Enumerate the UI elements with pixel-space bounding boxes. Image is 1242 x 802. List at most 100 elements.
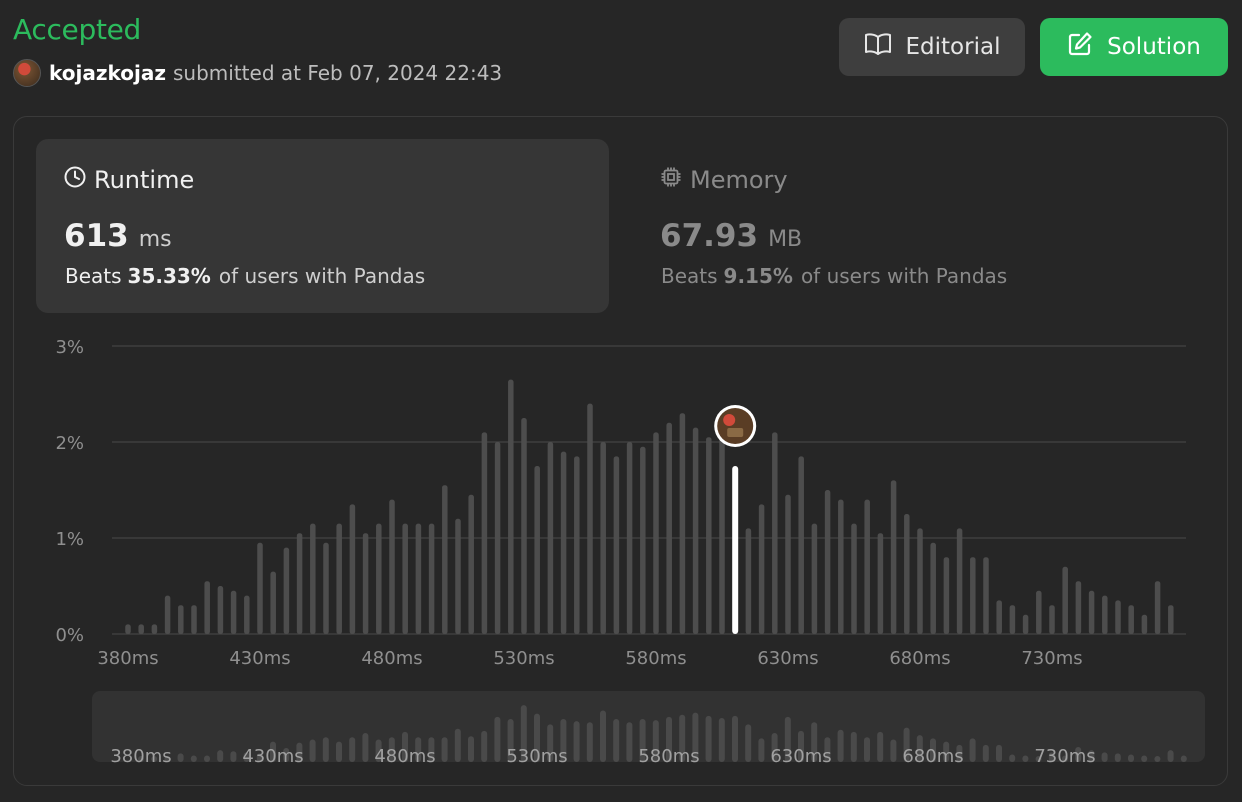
histogram-bar[interactable] <box>178 605 184 634</box>
histogram-bar[interactable] <box>1168 605 1174 634</box>
histogram-bar[interactable] <box>508 379 514 634</box>
histogram-bar[interactable] <box>402 523 408 634</box>
histogram-bar[interactable] <box>468 494 474 634</box>
histogram-bar[interactable] <box>983 557 989 634</box>
histogram-bar[interactable] <box>864 499 870 634</box>
selected-runtime-bar[interactable] <box>732 466 739 634</box>
histogram-bar[interactable] <box>1102 595 1108 634</box>
histogram-bar[interactable] <box>772 432 778 634</box>
x-tick-label: 530ms <box>493 648 554 669</box>
histogram-bar[interactable] <box>930 542 936 634</box>
histogram-bar[interactable] <box>626 442 633 634</box>
range-selector-bar <box>626 722 633 762</box>
histogram-bar[interactable] <box>851 523 857 634</box>
histogram-bar[interactable] <box>296 533 303 634</box>
histogram-bar[interactable] <box>336 523 342 634</box>
histogram-bar[interactable] <box>323 542 329 634</box>
histogram-bar[interactable] <box>838 499 844 634</box>
histogram-bar[interactable] <box>1036 590 1042 634</box>
histogram-bar[interactable] <box>904 514 910 634</box>
range-selector-bar <box>890 739 897 762</box>
histogram-bar[interactable] <box>943 557 950 634</box>
histogram-bar[interactable] <box>587 403 593 634</box>
range-selector-bar <box>758 738 765 762</box>
range-selector-bar <box>309 739 316 762</box>
runtime-distribution-chart[interactable]: 0% 1% 2% 3% 380ms 430ms 480ms 530ms 580ms 630ms 68… <box>0 0 1242 802</box>
histogram-bar[interactable] <box>785 494 791 634</box>
histogram-bar[interactable] <box>970 557 976 634</box>
histogram-bar[interactable] <box>706 437 712 634</box>
histogram-bar[interactable] <box>574 456 580 634</box>
histogram-bar[interactable] <box>1154 581 1161 634</box>
histogram-bar[interactable] <box>217 586 224 634</box>
histogram-bar[interactable] <box>679 413 686 634</box>
histogram-bar[interactable] <box>125 624 131 634</box>
histogram-bar[interactable] <box>1115 600 1121 634</box>
histogram-bar[interactable] <box>283 547 290 634</box>
histogram-bar[interactable] <box>1009 605 1016 634</box>
histogram-bar[interactable] <box>758 504 765 634</box>
histogram-bar[interactable] <box>428 523 435 634</box>
histogram-bar[interactable] <box>640 446 646 634</box>
histogram-bar[interactable] <box>824 490 831 634</box>
histogram-bar[interactable] <box>204 581 210 634</box>
histogram-bar[interactable] <box>138 624 144 634</box>
histogram-bar[interactable] <box>1141 614 1148 634</box>
histogram-bar[interactable] <box>798 456 804 634</box>
range-selector-bar <box>441 737 448 762</box>
histogram-bar[interactable] <box>534 466 540 634</box>
histogram-bar[interactable] <box>613 456 620 634</box>
histogram-bar[interactable] <box>481 432 488 634</box>
range-selector-bar <box>1101 752 1108 762</box>
range-selector-tick-label: 580ms <box>638 746 699 767</box>
histogram-bar[interactable] <box>494 442 501 634</box>
histogram-bar[interactable] <box>310 523 316 634</box>
range-selector-bar <box>573 721 580 762</box>
histogram-bar[interactable] <box>415 523 422 634</box>
x-tick-label: 680ms <box>889 648 950 669</box>
histogram-bar[interactable] <box>1128 605 1134 634</box>
histogram-bar[interactable] <box>1062 566 1068 634</box>
histogram-bar[interactable] <box>547 442 554 634</box>
histogram-bar[interactable] <box>389 499 395 634</box>
histogram-bar[interactable] <box>1088 590 1095 634</box>
histogram-bar[interactable] <box>666 422 672 634</box>
histogram-bar[interactable] <box>600 442 606 634</box>
user-avatar-marker[interactable] <box>717 408 754 444</box>
histogram-bar[interactable] <box>1022 614 1029 634</box>
histogram-bar[interactable] <box>877 533 884 634</box>
histogram-bar[interactable] <box>1049 605 1055 634</box>
histogram-bar[interactable] <box>362 533 369 634</box>
histogram-bar[interactable] <box>191 605 197 634</box>
histogram-bar[interactable] <box>257 542 263 634</box>
histogram-bar[interactable] <box>996 600 1002 634</box>
histogram-bar[interactable] <box>956 528 963 634</box>
x-tick-label: 580ms <box>625 648 686 669</box>
histogram-bar[interactable] <box>917 528 923 634</box>
histogram-bar[interactable] <box>692 427 699 634</box>
range-selector-bar <box>705 715 712 762</box>
histogram-bar[interactable] <box>719 427 725 634</box>
histogram-bar[interactable] <box>455 518 461 634</box>
histogram-bar[interactable] <box>890 480 897 634</box>
histogram-bar[interactable] <box>349 504 356 634</box>
range-selector-bar <box>850 731 857 762</box>
range-selector-bar <box>322 737 329 762</box>
histogram-bar[interactable] <box>811 523 818 634</box>
histogram-bar[interactable] <box>376 523 382 634</box>
histogram-bar[interactable] <box>653 432 659 634</box>
histogram-bar[interactable] <box>270 571 276 634</box>
histogram-bar[interactable] <box>164 595 171 634</box>
histogram-bar[interactable] <box>442 485 448 634</box>
histogram-bar[interactable] <box>521 418 527 634</box>
histogram-bar[interactable] <box>151 624 158 634</box>
histogram-bar[interactable] <box>244 595 250 634</box>
y-tick-label: 0% <box>55 625 84 646</box>
range-selector-bar <box>468 736 474 762</box>
histogram-bar[interactable] <box>560 451 567 634</box>
range-selector-bar <box>1154 756 1161 762</box>
histogram-bar[interactable] <box>230 590 237 634</box>
range-selector-bar <box>864 737 870 762</box>
histogram-bar[interactable] <box>745 528 752 634</box>
histogram-bar[interactable] <box>1075 581 1082 634</box>
